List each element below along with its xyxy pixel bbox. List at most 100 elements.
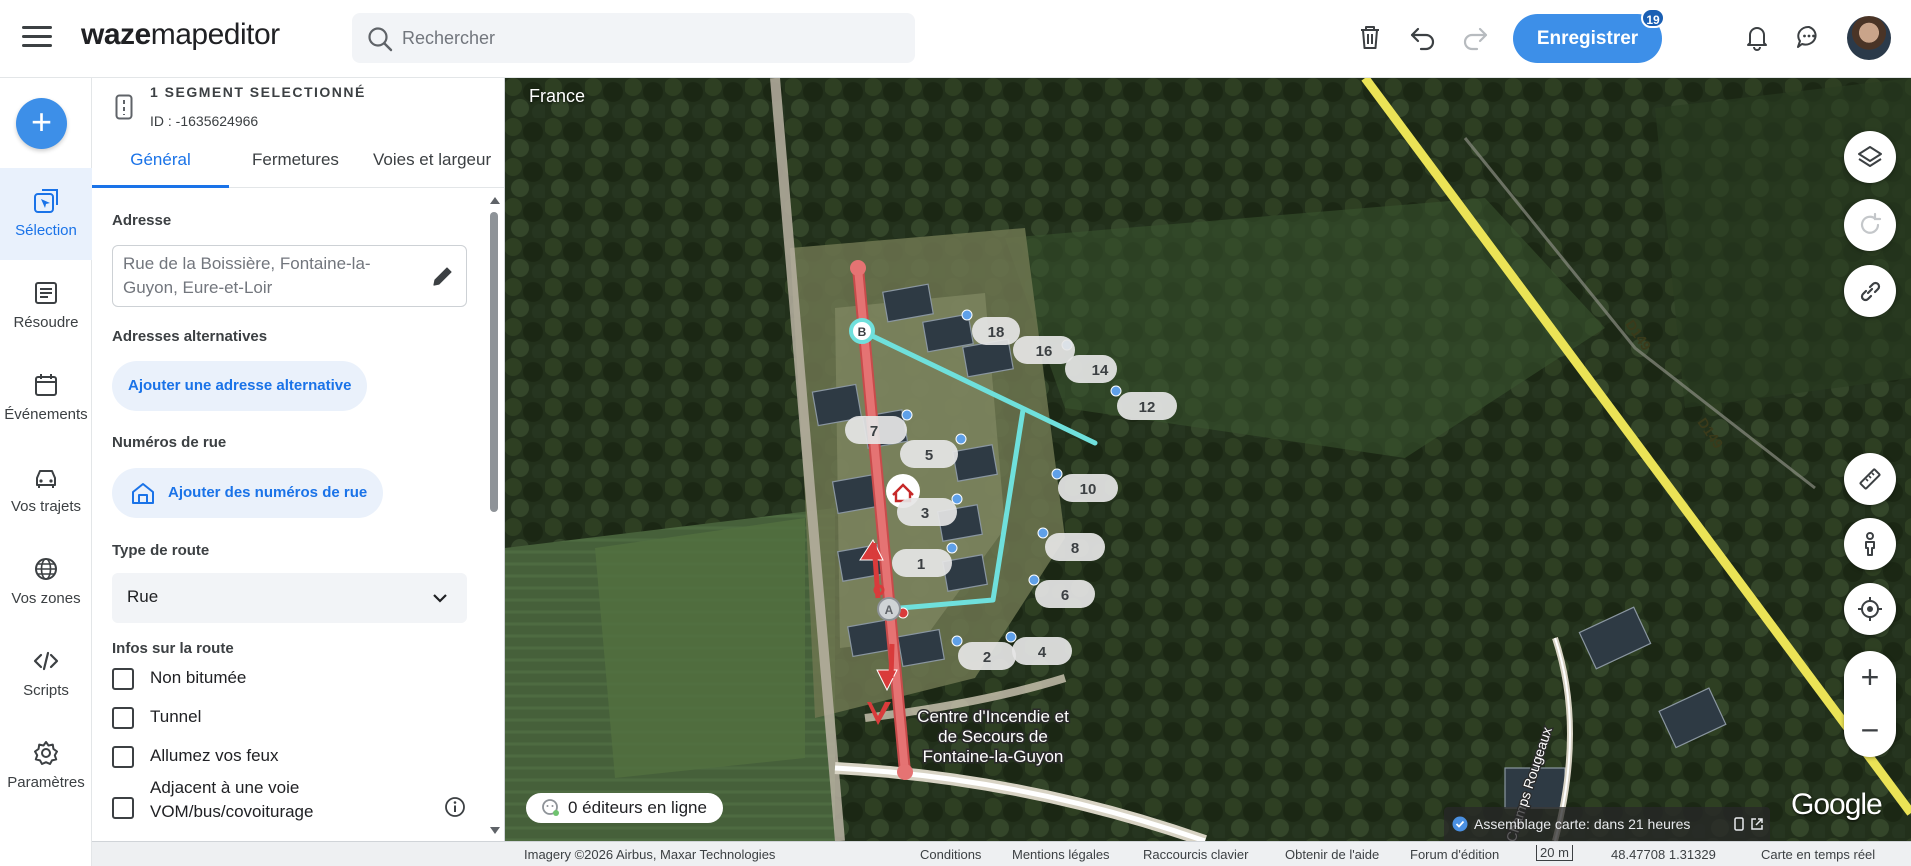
user-avatar[interactable] (1847, 16, 1891, 60)
tab-lanes[interactable]: Voies et largeur (373, 146, 491, 188)
scroll-down-arrow-icon[interactable] (489, 826, 501, 836)
save-button[interactable]: Enregistrer (1513, 14, 1662, 63)
svg-text:4: 4 (1038, 644, 1047, 661)
footer-link-forum[interactable]: Forum d'édition (1410, 847, 1499, 862)
globe-icon (35, 558, 57, 580)
road-type-select[interactable]: Rue (112, 573, 467, 623)
online-editors-count: 0 éditeurs en ligne (568, 798, 707, 817)
edit-pencil-icon[interactable] (431, 264, 455, 288)
car-icon (36, 470, 56, 488)
gear-icon (34, 741, 58, 765)
svg-text:14: 14 (1092, 362, 1109, 379)
panel-scrollbar[interactable] (490, 212, 498, 512)
panel-tabs: Général Fermetures Voies et largeur (92, 146, 504, 188)
nav-resolve[interactable]: Résoudre (0, 260, 92, 352)
svg-text:10: 10 (1080, 481, 1097, 498)
nav-label: Événements (4, 406, 88, 423)
street-view-pegman-icon (1865, 532, 1875, 556)
add-alt-address-button[interactable]: Ajouter une adresse alternative (112, 361, 368, 411)
svg-text:A: A (885, 603, 894, 617)
external-link-icon[interactable] (1750, 817, 1764, 831)
svg-text:B: B (858, 325, 867, 339)
footer-link-shortcuts[interactable]: Raccourcis clavier (1143, 847, 1248, 862)
node-a[interactable]: A (877, 597, 901, 621)
svg-text:2: 2 (983, 649, 991, 666)
nav-events[interactable]: Événements (0, 352, 92, 444)
add-house-numbers-label: Ajouter des numéros de rue (168, 484, 368, 501)
nav-areas[interactable]: Vos zones (0, 536, 92, 628)
checkbox[interactable] (112, 668, 134, 690)
permalink-button[interactable] (1844, 265, 1896, 317)
nav-label: Résoudre (13, 314, 79, 331)
layers-button[interactable] (1844, 131, 1896, 183)
search-bar[interactable] (352, 13, 915, 63)
search-input[interactable] (402, 21, 902, 55)
svg-text:8: 8 (1071, 540, 1079, 557)
svg-text:16: 16 (1036, 343, 1053, 360)
realtime-map-label: Carte en temps réel (1761, 847, 1876, 862)
scroll-up-arrow-icon[interactable] (489, 195, 501, 205)
checkbox[interactable] (112, 707, 134, 729)
nav-label: Vos trajets (10, 498, 82, 515)
house-icon (132, 483, 154, 504)
segment-edit-panel: 1 SEGMENT SELECTIONNÉ ID : -1635624966 G… (92, 78, 505, 841)
node-b[interactable]: B (849, 318, 875, 344)
refresh-icon (1860, 212, 1882, 234)
address-value: Rue de la Boissière, Fontaine-la-Guyon, … (123, 254, 371, 297)
zoom-in-button[interactable]: + (1844, 651, 1896, 704)
footer-link-help[interactable]: Obtenir de l'aide (1285, 847, 1379, 862)
house-number[interactable]: 3 (897, 493, 963, 526)
zoom-controls: + − (1844, 651, 1896, 757)
refresh-button[interactable] (1844, 199, 1896, 251)
checkbox[interactable] (112, 746, 134, 768)
add-button[interactable]: + (16, 98, 67, 149)
editors-icon (542, 799, 559, 816)
notification-bell-icon[interactable] (1742, 22, 1772, 52)
redo-icon[interactable] (1460, 22, 1490, 52)
nav-scripts[interactable]: Scripts (0, 628, 92, 720)
segment-icon (115, 94, 133, 120)
map-assembly-status: Assemblage carte: dans 21 heures (1444, 807, 1770, 841)
add-house-numbers-button[interactable]: Ajouter des numéros de rue (112, 468, 384, 518)
svg-text:5: 5 (925, 447, 933, 464)
checkbox-label: Non bitumée (150, 668, 247, 687)
svg-text:1: 1 (917, 556, 925, 573)
measure-button[interactable] (1844, 453, 1896, 505)
satellite-map[interactable]: B A 18 16 14 12 7 5 10 3 8 1 6 2 4 Centr… (505, 78, 1911, 841)
info-icon[interactable] (444, 796, 466, 818)
locate-button[interactable] (1844, 583, 1896, 635)
menu-icon[interactable] (22, 26, 52, 50)
ruler-icon (1859, 468, 1881, 490)
footer-link-legal[interactable]: Mentions légales (1012, 847, 1110, 862)
road-type-label: Type de route (112, 542, 210, 559)
top-bar: wazemapeditor Enregistrer 19 (0, 0, 1911, 78)
poi-label[interactable]: Centre d'Incendie et de Secours de Fonta… (916, 706, 1071, 768)
footer-link-conditions[interactable]: Conditions (920, 847, 981, 862)
svg-text:Fontaine-la-Guyon: Fontaine-la-Guyon (923, 747, 1064, 766)
nav-label: Paramètres (7, 774, 85, 791)
svg-text:6: 6 (1061, 587, 1069, 604)
resolve-icon (35, 282, 57, 304)
tab-general[interactable]: Général (92, 146, 229, 188)
imagery-attribution: Imagery ©2026 Airbus, Maxar Technologies (524, 847, 776, 862)
tab-closures[interactable]: Fermetures (252, 146, 339, 188)
online-editors-pill[interactable]: 0 éditeurs en ligne (526, 793, 723, 823)
chat-icon[interactable] (1794, 22, 1824, 52)
panel-content: Adresse Rue de la Boissière, Fontaine-la… (92, 188, 504, 841)
mobile-icon[interactable] (1734, 817, 1744, 831)
address-field[interactable]: Rue de la Boissière, Fontaine-la-Guyon, … (112, 245, 467, 307)
map-canvas[interactable]: B A 18 16 14 12 7 5 10 3 8 1 6 2 4 Centr… (505, 78, 1911, 841)
nav-settings[interactable]: Paramètres (0, 720, 92, 812)
zoom-out-button[interactable]: − (1844, 704, 1896, 757)
checkbox[interactable] (112, 797, 134, 819)
nav-drives[interactable]: Vos trajets (0, 444, 92, 536)
nav-selection[interactable]: Sélection (0, 168, 92, 260)
undo-icon[interactable] (1408, 22, 1438, 52)
google-logo: Google (1791, 788, 1883, 821)
check-circle-icon (1452, 816, 1468, 832)
trash-icon[interactable] (1355, 22, 1385, 52)
house-number[interactable]: 16 (1013, 336, 1075, 364)
house-number[interactable]: 14 (1065, 355, 1117, 383)
svg-text:3: 3 (921, 505, 929, 522)
street-view-button[interactable] (1844, 518, 1896, 570)
